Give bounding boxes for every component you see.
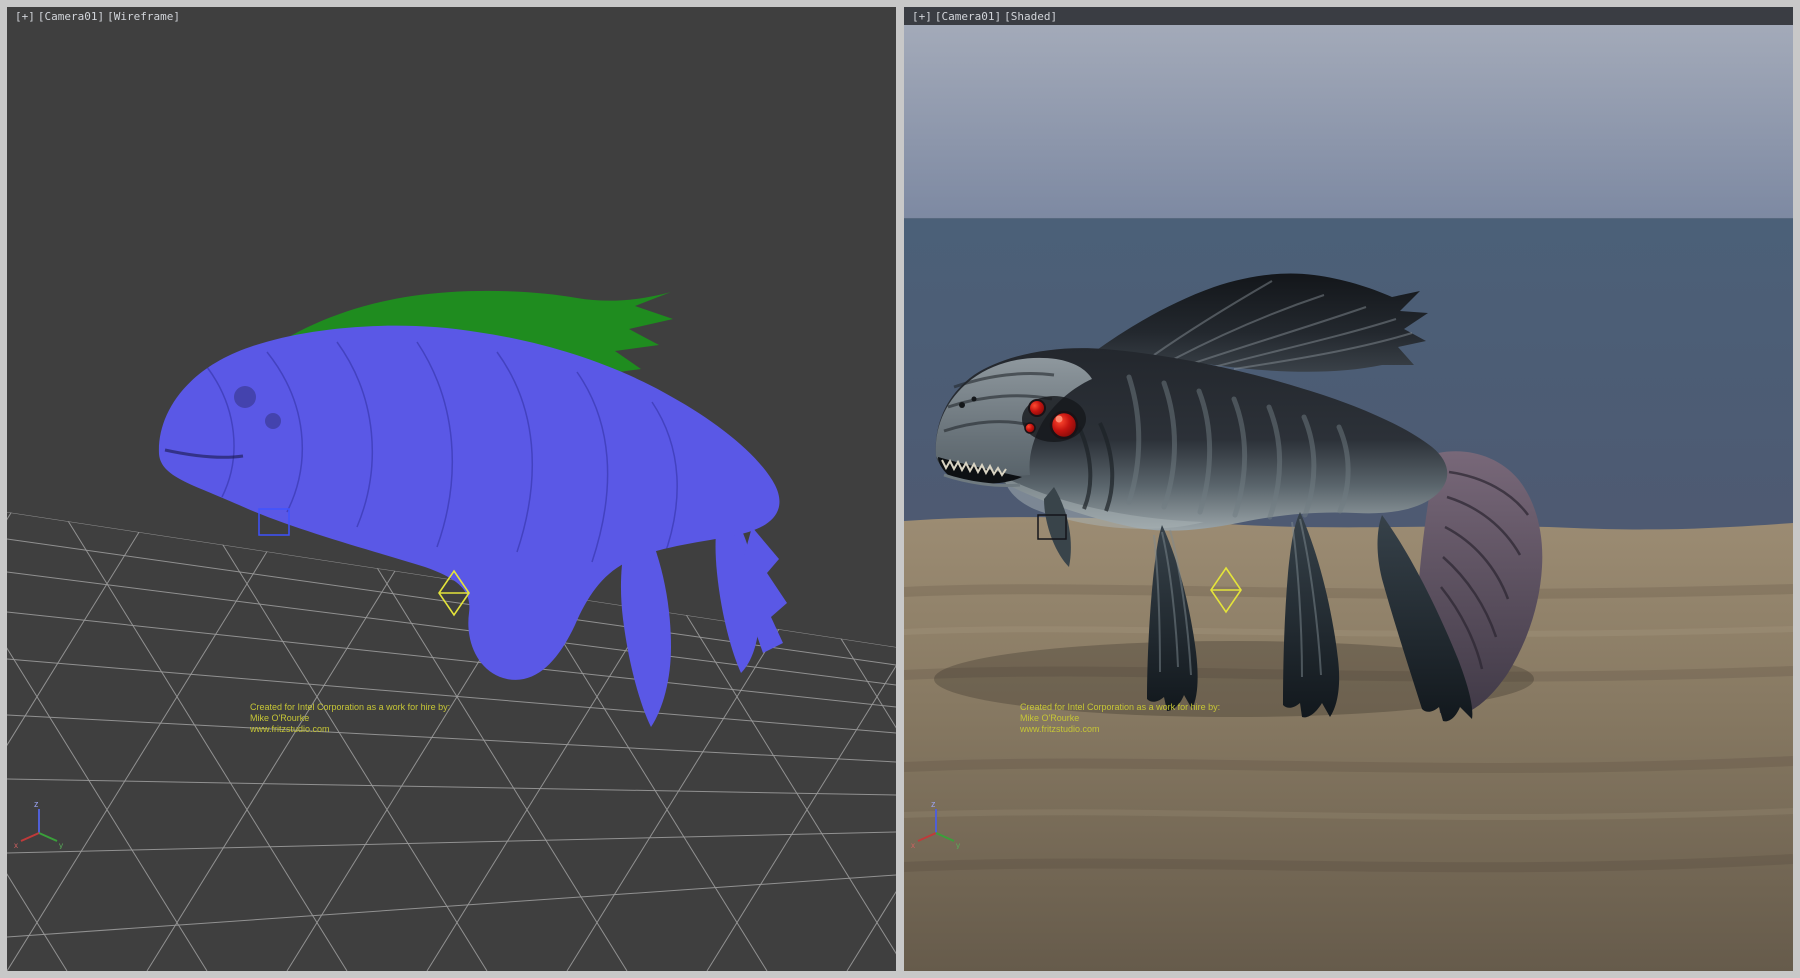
x-axis-icon bbox=[21, 833, 39, 841]
eye bbox=[1051, 412, 1077, 438]
nostril bbox=[972, 397, 977, 402]
watermark-line3: www.fritzstudio.com bbox=[250, 724, 450, 735]
viewport-wireframe[interactable]: [+] [Camera01] [Wireframe] Created for I… bbox=[7, 7, 896, 971]
shaded-scene[interactable] bbox=[904, 7, 1793, 971]
viewport-pov-menu[interactable]: [Camera01] bbox=[38, 10, 104, 23]
viewport-general-menu[interactable]: [+] bbox=[912, 10, 932, 23]
eye-spot bbox=[265, 413, 281, 429]
z-axis-label: z bbox=[34, 799, 39, 809]
viewport-label: [+] [Camera01] [Wireframe] bbox=[15, 10, 180, 23]
watermark-line1: Created for Intel Corporation as a work … bbox=[1020, 702, 1220, 713]
viewport-shading-menu[interactable]: [Shaded] bbox=[1004, 10, 1057, 23]
fish-body[interactable] bbox=[159, 326, 780, 680]
viewport-layout: [+] [Camera01] [Wireframe] Created for I… bbox=[0, 0, 1800, 978]
viewport-splitter[interactable] bbox=[896, 0, 904, 978]
eye-spot bbox=[234, 386, 256, 408]
watermark-line3: www.fritzstudio.com bbox=[1020, 724, 1220, 735]
watermark-text: Created for Intel Corporation as a work … bbox=[1020, 702, 1220, 735]
x-axis-icon bbox=[918, 833, 936, 841]
viewport-general-menu[interactable]: [+] bbox=[15, 10, 35, 23]
watermark-line1: Created for Intel Corporation as a work … bbox=[250, 702, 450, 713]
watermark-line2: Mike O'Rourke bbox=[1020, 713, 1220, 724]
z-axis-label: z bbox=[931, 799, 936, 809]
world-axis-gizmo: z x y bbox=[910, 795, 964, 849]
y-axis-icon bbox=[39, 833, 57, 841]
watermark-text: Created for Intel Corporation as a work … bbox=[250, 702, 450, 735]
x-axis-label: x bbox=[14, 841, 18, 849]
viewport-pov-menu[interactable]: [Camera01] bbox=[935, 10, 1001, 23]
x-axis-label: x bbox=[911, 841, 915, 849]
wireframe-scene[interactable] bbox=[7, 7, 896, 971]
eye-highlight bbox=[1056, 416, 1063, 423]
y-axis-label: y bbox=[59, 841, 63, 849]
viewport-shaded[interactable]: [+] [Camera01] [Shaded] Created for Inte… bbox=[904, 7, 1793, 971]
watermark-line2: Mike O'Rourke bbox=[250, 713, 450, 724]
sky bbox=[904, 25, 1793, 219]
viewport-shading-menu[interactable]: [Wireframe] bbox=[107, 10, 180, 23]
eye bbox=[1025, 423, 1035, 433]
viewport-label: [+] [Camera01] [Shaded] bbox=[912, 10, 1057, 23]
eye bbox=[1029, 400, 1045, 416]
y-axis-label: y bbox=[956, 841, 960, 849]
world-axis-gizmo: z x y bbox=[13, 795, 67, 849]
y-axis-icon bbox=[936, 833, 954, 841]
nostril bbox=[959, 402, 965, 408]
